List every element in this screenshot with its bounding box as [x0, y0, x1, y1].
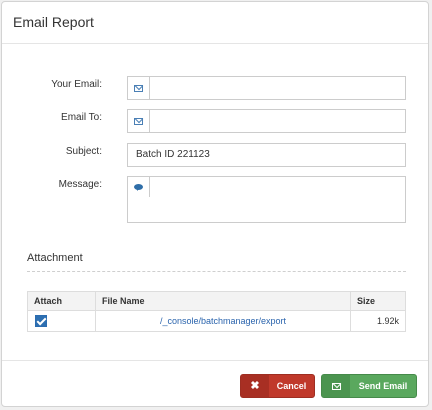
attach-cell — [27, 310, 96, 332]
attachment-title: Attachment — [27, 252, 83, 264]
attachment-divider — [27, 271, 406, 272]
comment-icon — [128, 177, 150, 197]
your-email-field[interactable] — [127, 76, 406, 100]
attachment-table-header: Attach File Name Size — [27, 291, 406, 311]
col-size: Size — [350, 291, 406, 311]
email-to-label: Email To: — [61, 112, 102, 123]
email-report-dialog: Email Report Your Email: Email To: Subje… — [1, 1, 429, 407]
file-size: 1.92k — [350, 310, 406, 332]
col-file-name: File Name — [95, 291, 351, 311]
attach-checkbox[interactable] — [35, 315, 47, 327]
cancel-button[interactable]: ✖ Cancel — [240, 374, 315, 398]
envelope-icon — [128, 77, 150, 99]
cancel-label: Cancel — [276, 381, 307, 391]
send-email-button[interactable]: Send Email — [321, 374, 417, 398]
email-to-field[interactable] — [127, 109, 406, 133]
close-icon: ✖ — [241, 375, 269, 397]
envelope-icon — [128, 110, 150, 132]
message-label: Message: — [58, 179, 102, 190]
col-attach: Attach — [27, 291, 96, 311]
subject-label: Subject: — [65, 146, 102, 157]
envelope-icon — [322, 375, 350, 397]
subject-field[interactable]: Batch ID 221123 — [127, 143, 406, 167]
dialog-header: Email Report — [2, 2, 428, 44]
table-row: /_console/batchmanager/export 1.92k — [27, 310, 406, 332]
file-name-link[interactable]: /_console/batchmanager/export — [95, 310, 351, 332]
your-email-label: Your Email: — [51, 79, 102, 90]
attachment-table: Attach File Name Size /_console/batchman… — [27, 291, 406, 332]
dialog-footer — [2, 360, 428, 361]
dialog-title: Email Report — [13, 14, 94, 30]
message-textarea[interactable] — [127, 176, 406, 223]
send-label: Send Email — [358, 381, 408, 391]
subject-value: Batch ID 221123 — [136, 149, 210, 160]
